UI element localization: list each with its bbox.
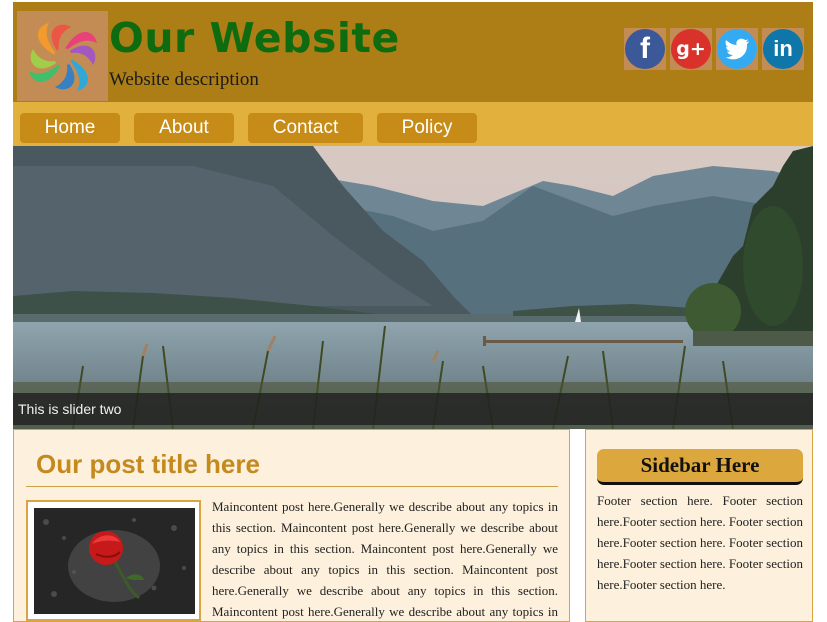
googleplus-link[interactable]: g+ <box>670 28 712 70</box>
site-title[interactable]: Our Website <box>109 14 400 62</box>
main-nav: Home About Contact Policy <box>13 102 813 146</box>
main-content: Our post title here Maincontent post her… <box>13 429 570 622</box>
linkedin-link[interactable]: in <box>762 28 804 70</box>
nav-item-about[interactable]: About <box>134 113 234 143</box>
site-description: Website description <box>109 69 259 90</box>
facebook-link[interactable]: f <box>624 28 666 70</box>
image-slider[interactable]: This is slider two <box>13 146 813 429</box>
sidebar-body-text: Footer section here. Footer section here… <box>597 493 803 592</box>
facebook-icon: f <box>625 29 665 69</box>
twitter-link[interactable] <box>716 28 758 70</box>
post-title[interactable]: Our post title here <box>36 448 260 480</box>
sidebar: Sidebar Here Footer section here. Footer… <box>585 429 813 622</box>
nav-item-policy[interactable]: Policy <box>377 113 477 143</box>
nav-item-home[interactable]: Home <box>20 113 120 143</box>
googleplus-icon: g+ <box>671 29 711 69</box>
red-rose-image <box>34 508 195 614</box>
sidebar-heading: Sidebar Here <box>597 449 803 485</box>
lake-landscape-image <box>13 146 813 429</box>
flower-swirl-logo-icon[interactable] <box>17 11 108 101</box>
post-body-text: Maincontent post here.Generally we descr… <box>212 499 558 619</box>
page: Our Website Website description f g+ in … <box>13 2 813 622</box>
title-divider <box>26 486 558 487</box>
twitter-icon <box>717 29 757 69</box>
slider-caption: This is slider two <box>13 393 813 425</box>
site-header: Our Website Website description f g+ in <box>13 2 813 102</box>
linkedin-icon: in <box>763 29 803 69</box>
nav-item-contact[interactable]: Contact <box>248 113 363 143</box>
post-thumbnail[interactable] <box>26 500 201 621</box>
